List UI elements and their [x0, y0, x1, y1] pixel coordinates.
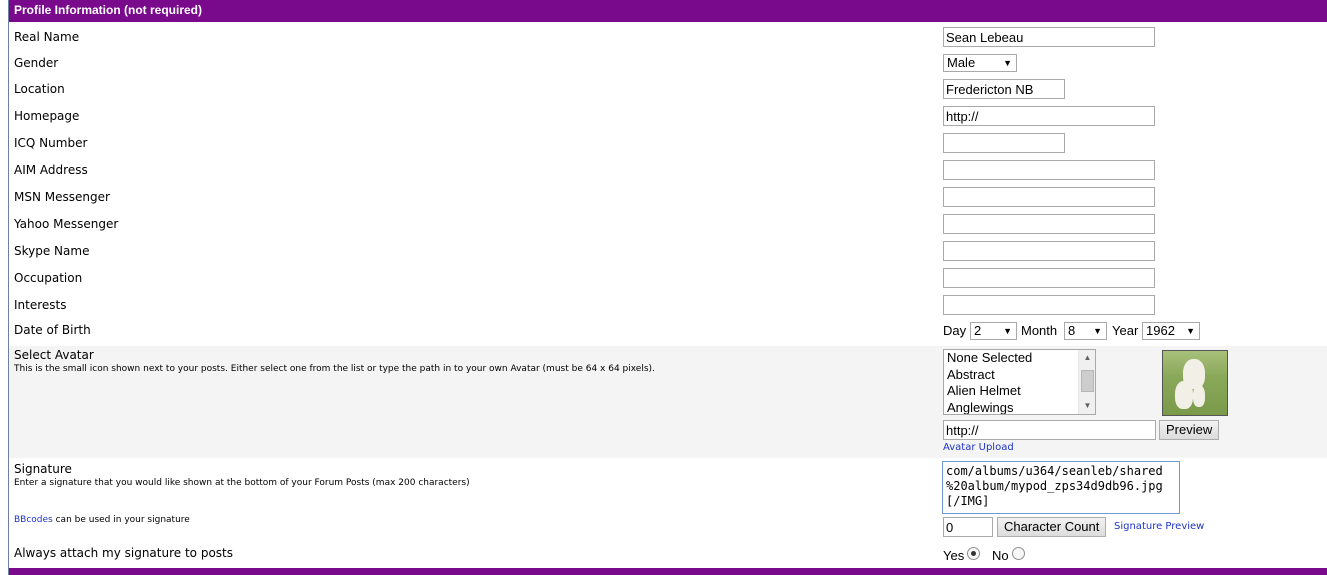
- msn-label: MSN Messenger: [14, 190, 110, 204]
- bbcodes-note-text: can be used in your signature: [52, 515, 190, 525]
- char-count-input[interactable]: [943, 517, 993, 537]
- bbcodes-note: BBcodes can be used in your signature: [14, 515, 190, 525]
- row-gender: Gender Male ▼: [9, 52, 1327, 76]
- gender-select[interactable]: Male ▼: [943, 54, 1017, 72]
- real-name-label: Real Name: [14, 30, 80, 44]
- row-msn: MSN Messenger: [9, 186, 1327, 210]
- signature-line: [/IMG]: [946, 494, 990, 508]
- real-name-input[interactable]: [943, 27, 1155, 47]
- row-skype: Skype Name: [9, 240, 1327, 264]
- row-dob: Date of Birth Day 2 ▼ Month 8 ▼ Year 196…: [9, 320, 1327, 344]
- gender-label: Gender: [14, 56, 59, 70]
- dob-month-value: 8: [1068, 323, 1076, 338]
- avatar-description: This is the small icon shown next to you…: [14, 364, 655, 374]
- yahoo-label: Yahoo Messenger: [14, 217, 119, 231]
- attach-signature-label: Always attach my signature to posts: [14, 546, 233, 560]
- homepage-label: Homepage: [14, 109, 80, 123]
- row-homepage: Homepage: [9, 105, 1327, 129]
- avatar-option[interactable]: Anglewings: [944, 400, 1095, 415]
- dob-day-label: Day: [943, 323, 967, 338]
- attach-yes-label: Yes: [943, 548, 965, 563]
- avatar-label: Select Avatar: [14, 348, 94, 362]
- chevron-down-icon: ▼: [1003, 58, 1012, 68]
- interests-label: Interests: [14, 298, 67, 312]
- chevron-down-icon: ▼: [1093, 326, 1102, 336]
- bbcodes-link[interactable]: BBcodes: [14, 515, 53, 525]
- occupation-input[interactable]: [943, 268, 1155, 288]
- scroll-thumb[interactable]: [1081, 370, 1094, 392]
- avatar-path-input[interactable]: [943, 420, 1156, 440]
- dob-day-select[interactable]: 2 ▼: [970, 322, 1017, 340]
- dob-year-label: Year: [1112, 323, 1139, 338]
- signature-line: com/albums/u364/seanleb/shared: [946, 464, 1163, 478]
- dob-year-select[interactable]: 1962 ▼: [1142, 322, 1200, 340]
- section-footer-bar: [9, 568, 1327, 575]
- avatar-option[interactable]: None Selected: [944, 350, 1095, 367]
- icq-label: ICQ Number: [14, 136, 88, 150]
- row-occupation: Occupation: [9, 267, 1327, 291]
- dob-month-select[interactable]: 8 ▼: [1064, 322, 1107, 340]
- chevron-down-icon: ▼: [1186, 326, 1195, 336]
- skype-input[interactable]: [943, 241, 1155, 261]
- signature-preview-link[interactable]: Signature Preview: [1114, 521, 1204, 532]
- skype-label: Skype Name: [14, 244, 90, 258]
- row-interests: Interests: [9, 294, 1327, 318]
- section-header: Profile Information (not required): [9, 0, 1327, 22]
- signature-textarea[interactable]: com/albums/u364/seanleb/shared %20album/m…: [942, 461, 1180, 514]
- character-count-button[interactable]: Character Count: [997, 517, 1107, 537]
- dob-month-label: Month: [1021, 323, 1058, 338]
- scroll-down-icon[interactable]: ▼: [1079, 398, 1095, 414]
- row-avatar: Select Avatar This is the small icon sho…: [9, 346, 1327, 458]
- signature-line: %20album/mypod_zps34d9db96.jpg: [946, 479, 1163, 493]
- icq-input[interactable]: [943, 133, 1065, 153]
- location-label: Location: [14, 82, 65, 96]
- row-icq: ICQ Number: [9, 132, 1327, 156]
- avatar-upload-link[interactable]: Avatar Upload: [943, 442, 1014, 453]
- avatar-option[interactable]: Abstract: [944, 367, 1095, 384]
- dob-label: Date of Birth: [14, 323, 91, 337]
- yahoo-input[interactable]: [943, 214, 1155, 234]
- scroll-up-icon[interactable]: ▲: [1079, 350, 1095, 366]
- avatar-listbox[interactable]: None Selected Abstract Alien Helmet Angl…: [943, 349, 1096, 415]
- aim-input[interactable]: [943, 160, 1155, 180]
- homepage-input[interactable]: [943, 106, 1155, 126]
- location-input[interactable]: [943, 79, 1065, 99]
- occupation-label: Occupation: [14, 271, 83, 285]
- attach-no-label: No: [992, 548, 1009, 563]
- row-yahoo: Yahoo Messenger: [9, 213, 1327, 237]
- row-aim: AIM Address: [9, 159, 1327, 183]
- dob-year-value: 1962: [1146, 323, 1175, 338]
- chevron-down-icon: ▼: [1003, 326, 1012, 336]
- interests-input[interactable]: [943, 295, 1155, 315]
- gender-select-value: Male: [947, 55, 976, 70]
- row-real-name: Real Name: [9, 26, 1327, 50]
- msn-input[interactable]: [943, 187, 1155, 207]
- avatar-listbox-scrollbar[interactable]: ▲ ▼: [1078, 350, 1095, 414]
- row-attach-signature: Always attach my signature to posts Yes …: [9, 542, 1327, 568]
- row-signature: Signature Enter a signature that you wou…: [9, 460, 1327, 540]
- avatar-preview-image: [1162, 350, 1228, 416]
- aim-label: AIM Address: [14, 163, 88, 177]
- avatar-option[interactable]: Alien Helmet: [944, 383, 1095, 400]
- attach-yes-radio[interactable]: [967, 547, 980, 560]
- avatar-preview-button[interactable]: Preview: [1159, 420, 1220, 440]
- attach-no-radio[interactable]: [1012, 547, 1025, 560]
- signature-label: Signature: [14, 462, 72, 476]
- dob-day-value: 2: [974, 323, 982, 338]
- row-location: Location: [9, 78, 1327, 102]
- signature-description: Enter a signature that you would like sh…: [14, 478, 470, 488]
